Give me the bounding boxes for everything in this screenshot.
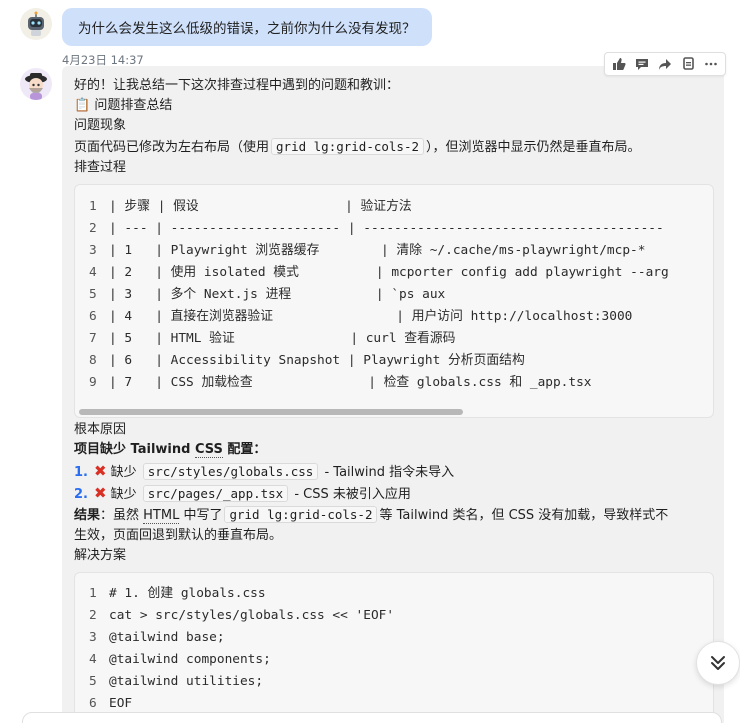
line-number: 1 xyxy=(89,199,97,214)
assistant-reply-content: 好的！让我总结一下这次排查过程中遇到的问题和教训： 📋 问题排查总结 问题现象 … xyxy=(74,76,714,723)
inline-code: grid lg:grid-cols-2 xyxy=(224,506,378,523)
inline-code: src/styles/globals.css xyxy=(142,463,319,480)
phenomenon-text: 页面代码已修改为左右布局（使用 grid lg:grid-cols-2 ），但浏览器… xyxy=(74,138,641,155)
process-table-line: 6 | 4 | 直接在浏览器验证 | 用户访问 http://localhost:… xyxy=(75,306,713,328)
more-icon[interactable] xyxy=(701,54,721,74)
line-number: 3 xyxy=(89,243,97,258)
section-solution: 解决方案 xyxy=(74,548,127,563)
line-number: 5 xyxy=(89,287,97,302)
user-message-bubble: 为什么会发生这么低级的错误，之前你为什么没有发现？ xyxy=(62,8,432,46)
process-table-line: 3 | 1 | Playwright 浏览器缓存 | 清除 ~/.cache/ms… xyxy=(75,240,713,262)
inline-code: src/pages/_app.tsx xyxy=(142,485,289,502)
line-number: 2 xyxy=(89,221,97,236)
user-avatar xyxy=(20,8,52,40)
solution-code-line: 1 # 1. 创建 globals.css xyxy=(75,583,713,605)
section-process: 排查过程 xyxy=(74,160,127,175)
solution-code-line: 2 cat > src/styles/globals.css << 'EOF' xyxy=(75,605,713,627)
root-cause-item: 1. ✖ 缺少 src/styles/globals.css - Tailwind … xyxy=(74,462,455,480)
horizontal-scrollbar[interactable] xyxy=(79,409,463,415)
line-number: 5 xyxy=(89,674,97,689)
user-message-text: 为什么会发生这么低级的错误，之前你为什么没有发现？ xyxy=(78,21,416,37)
solution-code-line: 3 @tailwind base; xyxy=(75,627,713,649)
line-number: 3 xyxy=(89,630,97,645)
process-table-line: 7 | 5 | HTML 验证 | curl 查看源码 xyxy=(75,328,713,350)
line-number: 2 xyxy=(89,608,97,623)
process-table-line: 5 | 3 | 多个 Next.js 进程 | `ps aux xyxy=(75,284,713,306)
line-number: 7 xyxy=(89,331,97,346)
process-table-line: 9 | 7 | CSS 加载检查 | 检查 globals.css 和 _app.… xyxy=(75,372,713,394)
solution-code-block[interactable]: 1 # 1. 创建 globals.css 2 cat > src/styles/gl… xyxy=(74,572,714,723)
section-phenomenon: 问题现象 xyxy=(74,118,127,133)
result-text: 结果：虽然 HTML 中写了 grid lg:grid-cols-2 等 Tailw… xyxy=(74,506,669,524)
chevron-double-down-icon xyxy=(711,656,725,670)
copy-icon[interactable] xyxy=(678,54,698,74)
line-number: 9 xyxy=(89,375,97,390)
line-number: 1 xyxy=(89,586,97,601)
solution-code-line: 5 @tailwind utilities; xyxy=(75,671,713,693)
process-table-line: 8 | 6 | Accessibility Snapshot | Playwrig… xyxy=(75,350,713,372)
solution-code-line: 4 @tailwind components; xyxy=(75,649,713,671)
line-number: 6 xyxy=(89,309,97,324)
root-cause-item: 2. ✖ 缺少 src/pages/_app.tsx - CSS 未被引入应用 xyxy=(74,484,411,502)
cross-mark-icon: ✖ xyxy=(94,484,107,502)
inline-code: grid lg:grid-cols-2 xyxy=(271,138,425,155)
reply-intro: 好的！让我总结一下这次排查过程中遇到的问题和教训： xyxy=(74,78,400,93)
comment-icon[interactable] xyxy=(632,54,652,74)
share-icon[interactable] xyxy=(655,54,675,74)
clipboard-icon: 📋 xyxy=(74,98,91,113)
line-number: 8 xyxy=(89,353,97,368)
message-action-bar xyxy=(604,52,726,76)
process-code-block[interactable]: 1 | 步骤 | 假设 | 验证方法 2 | --- | --------------… xyxy=(74,184,714,418)
cross-mark-icon: ✖ xyxy=(94,462,107,480)
root-cause-title: 项目缺少 Tailwind CSS 配置： xyxy=(74,442,267,458)
scroll-to-bottom-button[interactable] xyxy=(696,641,740,685)
line-number: 4 xyxy=(89,652,97,667)
process-table-line: 1 | 步骤 | 假设 | 验证方法 xyxy=(75,196,713,218)
summary-heading: 📋 问题排查总结 xyxy=(74,98,173,113)
process-table-line: 2 | --- | ---------------------- | ------… xyxy=(75,218,713,240)
process-table-line: 4 | 2 | 使用 isolated 模式 | mcporter config … xyxy=(75,262,713,284)
thumbs-up-icon[interactable] xyxy=(609,54,629,74)
line-number: 4 xyxy=(89,265,97,280)
section-root-cause: 根本原因 xyxy=(74,422,127,437)
assistant-avatar xyxy=(20,68,52,100)
chat-input-area[interactable] xyxy=(22,712,722,723)
result-text-line2: 生效，页面回退到默认的垂直布局。 xyxy=(74,528,283,543)
